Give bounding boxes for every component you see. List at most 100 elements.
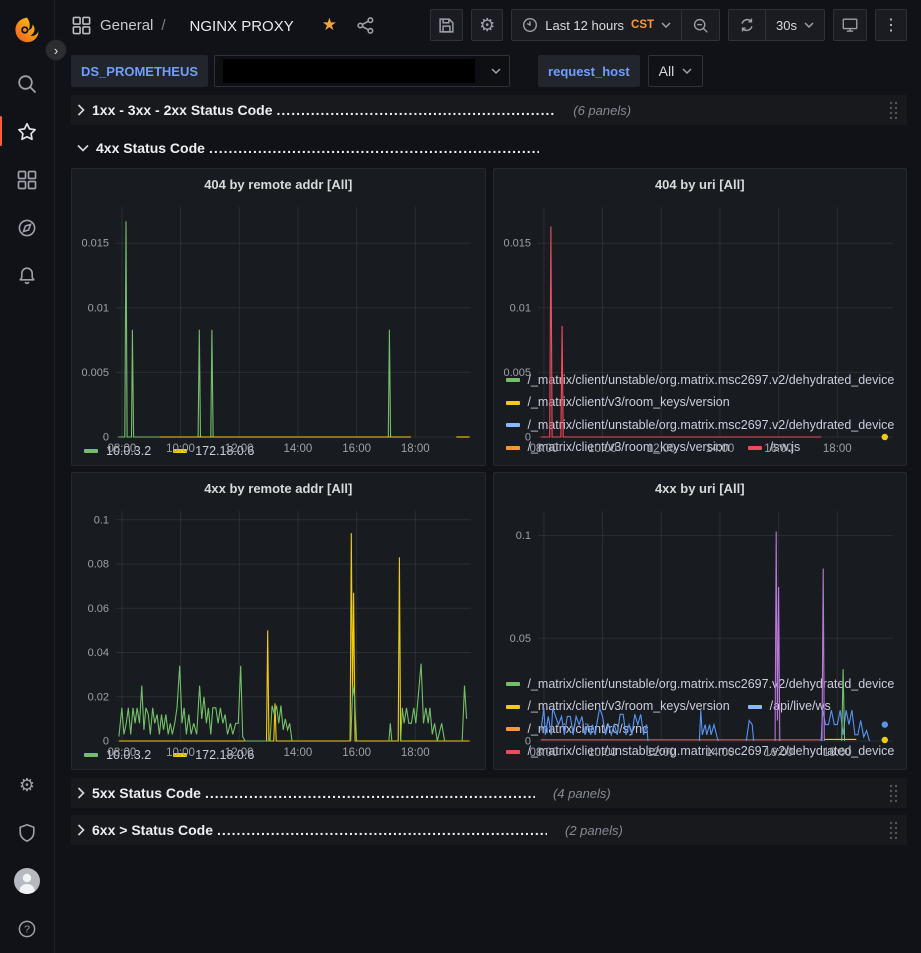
axis-tick-label: 0 — [103, 736, 109, 748]
gear-icon: ⚙ — [479, 16, 495, 34]
panel-404-by-remote-addr: 404 by remote addr [All] 08:00 10:00 12:00… — [71, 168, 486, 466]
timezone-label: CST — [631, 19, 654, 31]
apps-grid-icon[interactable] — [71, 15, 92, 36]
favorite-star-icon[interactable]: ★ — [322, 15, 337, 35]
row-drag-handle-icon[interactable] — [888, 783, 899, 804]
time-range-picker[interactable]: Last 12 hours CST — [512, 10, 681, 40]
refresh-picker-group: 30s — [728, 9, 825, 41]
dashboards-grid-icon — [16, 169, 38, 191]
chevron-down-icon — [804, 22, 814, 28]
axis-tick-label: 12:00 — [225, 443, 254, 455]
axis-tick-label: 08:00 — [108, 443, 137, 455]
datasource-variable-select[interactable] — [214, 55, 510, 87]
dashboard-settings-button[interactable]: ⚙ — [471, 9, 503, 41]
sidebar-item-profile[interactable] — [7, 861, 47, 901]
sidebar-item-alerting[interactable] — [7, 256, 47, 296]
axis-tick-label: 08:00 — [108, 747, 137, 759]
panel-title[interactable]: 4xx by remote addr [All] — [72, 473, 485, 503]
axis-tick-label: 18:00 — [401, 747, 430, 759]
more-options-button[interactable]: ⋮ — [875, 9, 907, 41]
panel-title[interactable]: 404 by remote addr [All] — [72, 169, 485, 199]
breadcrumb-folder[interactable]: General — [100, 17, 153, 34]
panels-grid: 404 by remote addr [All] 08:0010:0012:00… — [71, 168, 907, 770]
share-icon[interactable] — [357, 17, 374, 34]
datasource-value-redacted — [223, 59, 475, 83]
panel-title[interactable]: 4xx by uri [All] — [494, 473, 907, 503]
zoom-out-icon — [692, 17, 709, 34]
row-drag-handle-icon[interactable] — [888, 820, 899, 841]
axis-tick-label: 0.02 — [88, 691, 109, 703]
cycle-view-mode-button[interactable] — [833, 9, 867, 41]
row-5xx-header[interactable]: 5xx Status Code ........................… — [71, 778, 907, 808]
sidebar-item-help[interactable]: ? — [7, 909, 47, 949]
row-panel-count: (6 panels) — [573, 103, 631, 118]
avatar — [13, 867, 41, 895]
grafana-flame-icon — [13, 16, 41, 44]
host-variable-select[interactable]: All — [648, 55, 704, 87]
timeseries-chart[interactable]: 08:0010:0012:0014:0016:0018:0000.020.040… — [74, 503, 479, 746]
refresh-button[interactable] — [729, 10, 765, 40]
panel-title[interactable]: 404 by uri [All] — [494, 169, 907, 199]
save-dashboard-button[interactable] — [430, 9, 463, 41]
timeseries-chart[interactable]: 08:0010:0012:0014:0016:0018:0000.0050.01… — [496, 199, 901, 366]
chart-canvas: 08:0010:0012:0014:0016:0018:0000.0050.01… — [496, 199, 901, 456]
axis-tick-label: 14:00 — [705, 443, 734, 455]
chevron-right-icon — [77, 787, 85, 799]
row-6xx-header[interactable]: 6xx > Status Code ......................… — [71, 815, 907, 845]
refresh-interval-value: 30s — [776, 18, 797, 33]
series-end-point — [881, 434, 887, 440]
time-range-label: Last 12 hours — [545, 18, 624, 33]
active-section-indicator — [0, 116, 2, 146]
axis-tick-label: 16:00 — [764, 443, 793, 455]
axis-tick-label: 0.01 — [88, 302, 109, 314]
row-panel-count: (4 panels) — [553, 786, 611, 801]
timeseries-chart[interactable]: 08:0010:0012:0014:0016:0018:0000.050.1 — [496, 503, 901, 670]
breadcrumb-dashboard-title[interactable]: NGINX PROXY — [174, 15, 308, 35]
axis-tick-label: 0.04 — [88, 647, 109, 659]
axis-tick-label: 0.08 — [88, 559, 109, 571]
axis-tick-label: 0.05 — [509, 633, 530, 645]
row-title: 5xx Status Code — [92, 785, 201, 801]
axis-tick-label: 0.06 — [88, 603, 109, 615]
chevron-down-icon — [661, 22, 671, 28]
row-4xx-header[interactable]: 4xx Status Code ........................… — [71, 134, 907, 162]
series-line — [462, 686, 466, 741]
shield-icon — [16, 822, 38, 844]
axis-tick-label: 0.1 — [515, 530, 530, 542]
axis-tick-label: 18:00 — [822, 747, 851, 759]
zoom-out-time-button[interactable] — [682, 10, 719, 40]
grafana-logo[interactable] — [7, 10, 47, 50]
clock-icon — [522, 17, 538, 33]
row-1xx-3xx-2xx-header[interactable]: 1xx - 3xx - 2xx Status Code ............… — [71, 95, 907, 125]
timeseries-chart[interactable]: 08:0010:0012:0014:0016:0018:0000.0050.01… — [74, 199, 479, 442]
axis-tick-label: 12:00 — [225, 747, 254, 759]
sidebar-expand-button[interactable]: › — [45, 39, 67, 61]
chevron-down-icon — [491, 68, 501, 74]
axis-tick-label: 08:00 — [529, 747, 558, 759]
chart-canvas: 08:0010:0012:0014:0016:0018:0000.0050.01… — [74, 199, 479, 456]
series-end-point — [881, 737, 887, 743]
axis-tick-label: 0.005 — [81, 367, 109, 379]
sidebar-item-server-admin[interactable] — [7, 813, 47, 853]
sidebar-item-explore[interactable] — [7, 208, 47, 248]
axis-tick-label: 0.01 — [509, 302, 530, 314]
axis-tick-label: 18:00 — [401, 443, 430, 455]
sidebar-item-search[interactable] — [7, 64, 47, 104]
row-title-dots: ........................................… — [277, 102, 556, 118]
axis-tick-label: 12:00 — [646, 443, 675, 455]
chevron-right-icon — [77, 104, 85, 116]
axis-tick-label: 18:00 — [822, 443, 851, 455]
breadcrumb: General / NGINX PROXY ★ — [71, 15, 374, 36]
sidebar-item-dashboards[interactable] — [7, 160, 47, 200]
series-end-point — [881, 721, 887, 727]
sidebar-item-starred[interactable] — [7, 112, 47, 152]
row-drag-handle-icon[interactable] — [888, 100, 899, 121]
axis-tick-label: 10:00 — [588, 747, 617, 759]
series-line — [746, 721, 753, 742]
sidebar-item-configuration[interactable]: ⚙ — [7, 765, 47, 805]
panel-404-by-uri: 404 by uri [All] 08:0010:0012:0014:0016:… — [493, 168, 908, 466]
series-line — [118, 221, 160, 437]
refresh-interval-dropdown[interactable]: 30s — [766, 10, 824, 40]
axis-tick-label: 10:00 — [166, 443, 195, 455]
panel-4xx-by-remote-addr: 4xx by remote addr [All] 08:0010:0012:00… — [71, 472, 486, 770]
